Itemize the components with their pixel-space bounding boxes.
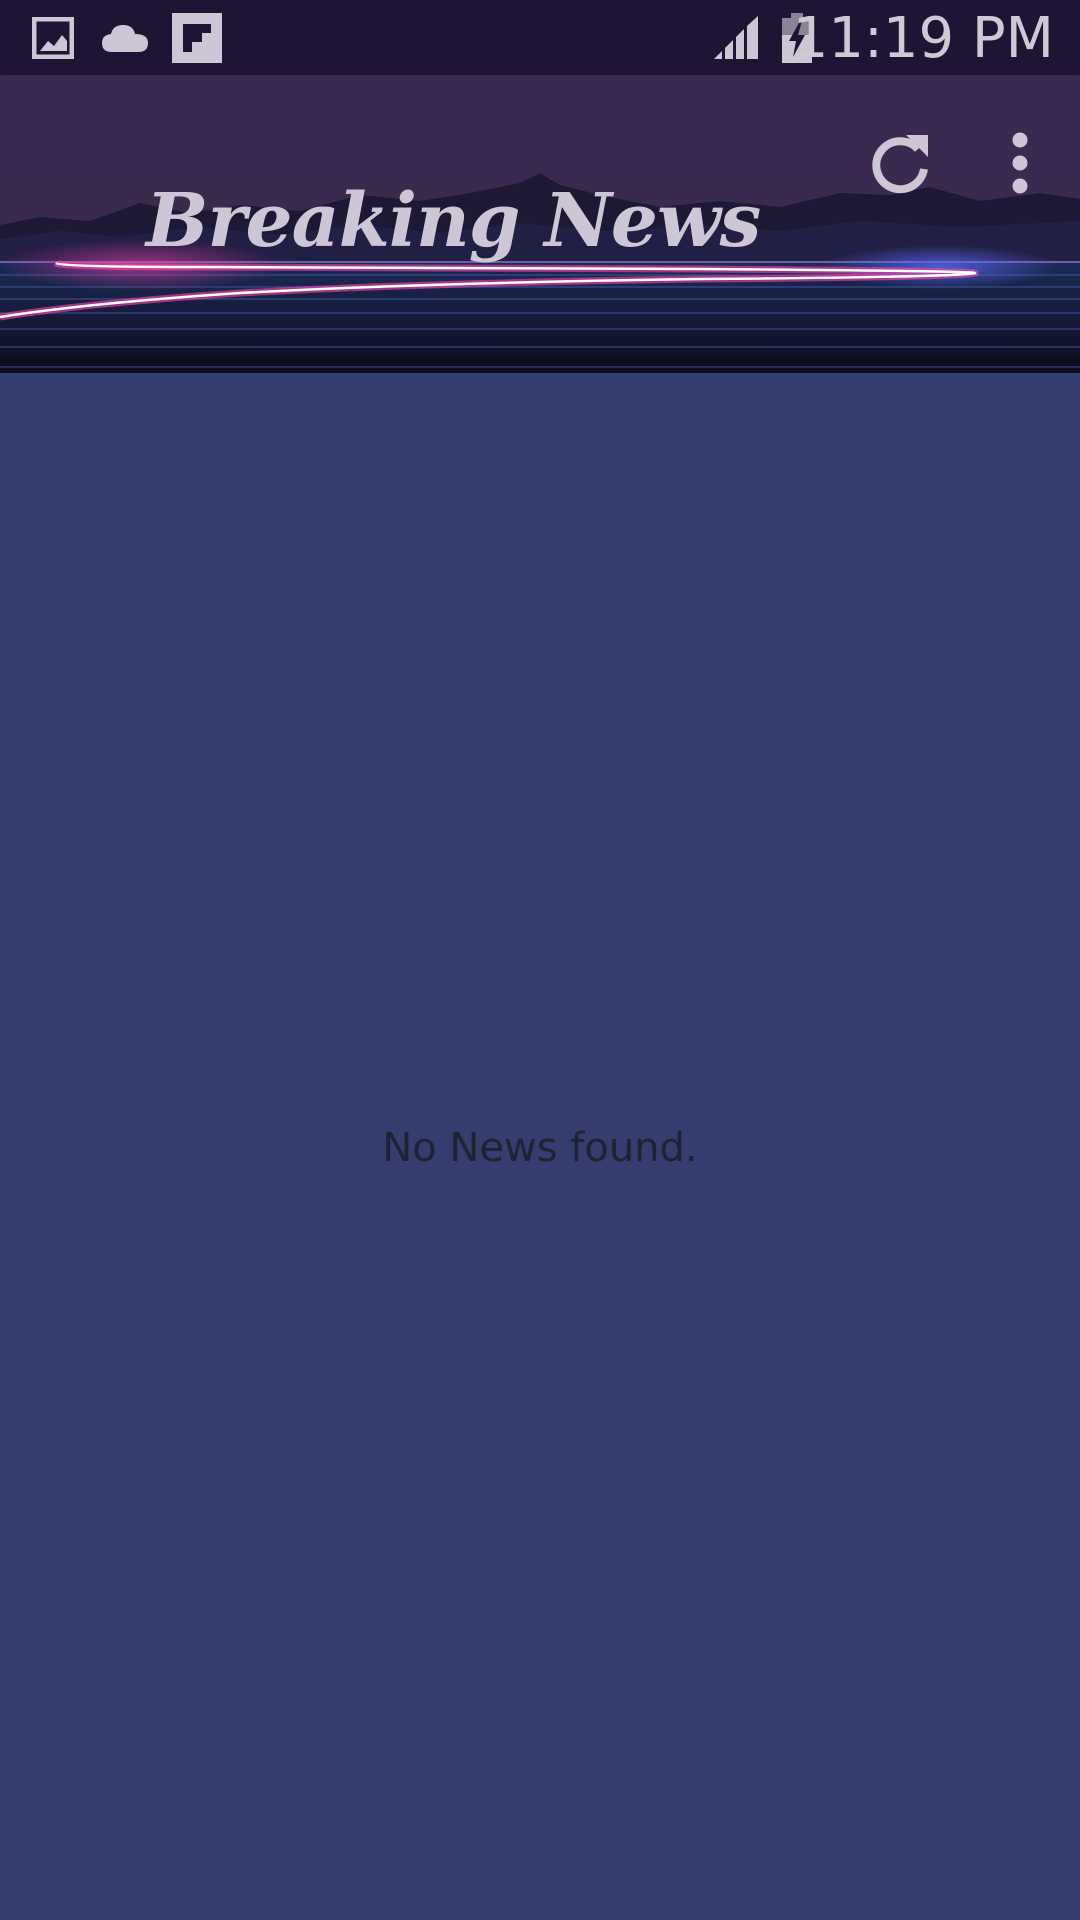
more-vert-icon xyxy=(1010,132,1030,198)
app-bar: Breaking News xyxy=(0,75,1080,373)
app-title: Breaking News xyxy=(146,178,761,264)
cloud-icon xyxy=(100,0,150,75)
status-bar: 11:19 PM xyxy=(0,0,1080,75)
gallery-icon xyxy=(32,0,74,75)
signal-icon xyxy=(712,0,762,75)
refresh-icon xyxy=(868,131,932,199)
empty-state-message: No News found. xyxy=(382,1125,698,1171)
news-list-area: No News found. xyxy=(0,373,1080,1920)
status-time: 11:19 PM xyxy=(792,6,1054,71)
flipboard-icon xyxy=(172,0,222,75)
refresh-button[interactable] xyxy=(850,115,950,215)
more-options-button[interactable] xyxy=(970,115,1070,215)
